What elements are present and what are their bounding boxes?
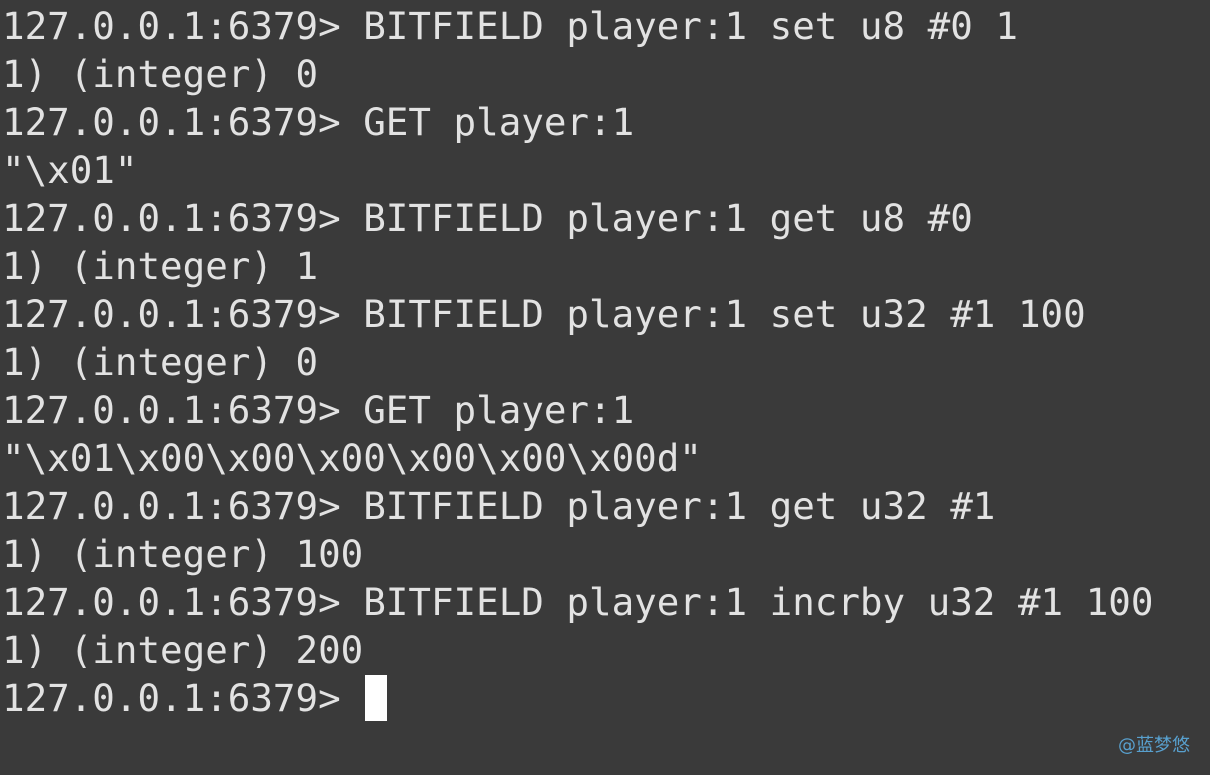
command-line: 127.0.0.1:6379> GET player:1	[2, 386, 1210, 434]
command-text: BITFIELD player:1 get u32 #1	[363, 484, 996, 528]
output-text: 1) (integer) 0	[2, 52, 319, 96]
command-line: 127.0.0.1:6379> BITFIELD player:1 get u8…	[2, 194, 1210, 242]
prompt: 127.0.0.1:6379>	[2, 196, 364, 240]
command-text: BITFIELD player:1 incrby u32 #1 100	[363, 580, 1154, 624]
command-line: 127.0.0.1:6379> BITFIELD player:1 set u8…	[2, 2, 1210, 50]
output-line: 1) (integer) 200	[2, 626, 1210, 674]
terminal-history: 127.0.0.1:6379> BITFIELD player:1 set u8…	[2, 2, 1210, 674]
command-text: BITFIELD player:1 set u32 #1 100	[363, 292, 1086, 336]
output-line: 1) (integer) 0	[2, 338, 1210, 386]
output-text: 1) (integer) 200	[2, 628, 364, 672]
prompt: 127.0.0.1:6379>	[2, 100, 364, 144]
command-text: BITFIELD player:1 get u8 #0	[363, 196, 973, 240]
prompt: 127.0.0.1:6379>	[2, 4, 364, 48]
prompt: 127.0.0.1:6379>	[2, 388, 364, 432]
output-text: "\x01\x00\x00\x00\x00\x00\x00d"	[2, 436, 702, 480]
terminal-window[interactable]: 127.0.0.1:6379> BITFIELD player:1 set u8…	[0, 0, 1210, 775]
output-line: "\x01\x00\x00\x00\x00\x00\x00d"	[2, 434, 1210, 482]
watermark: @蓝梦悠	[1118, 735, 1190, 756]
output-text: 1) (integer) 100	[2, 532, 364, 576]
command-text: GET player:1	[363, 100, 635, 144]
prompt: 127.0.0.1:6379>	[2, 580, 364, 624]
output-text: 1) (integer) 1	[2, 244, 319, 288]
prompt: 127.0.0.1:6379>	[2, 676, 364, 720]
output-line: 1) (integer) 1	[2, 242, 1210, 290]
prompt: 127.0.0.1:6379>	[2, 484, 364, 528]
output-line: 1) (integer) 100	[2, 530, 1210, 578]
command-line: 127.0.0.1:6379> GET player:1	[2, 98, 1210, 146]
command-line: 127.0.0.1:6379> BITFIELD player:1 set u3…	[2, 290, 1210, 338]
active-prompt-line[interactable]: 127.0.0.1:6379>	[2, 674, 1210, 722]
text-cursor	[365, 675, 388, 721]
command-line: 127.0.0.1:6379> BITFIELD player:1 get u3…	[2, 482, 1210, 530]
output-line: "\x01"	[2, 146, 1210, 194]
command-text: BITFIELD player:1 set u8 #0 1	[363, 4, 1018, 48]
output-text: "\x01"	[2, 148, 138, 192]
command-line: 127.0.0.1:6379> BITFIELD player:1 incrby…	[2, 578, 1210, 626]
prompt: 127.0.0.1:6379>	[2, 292, 364, 336]
output-text: 1) (integer) 0	[2, 340, 319, 384]
output-line: 1) (integer) 0	[2, 50, 1210, 98]
command-text: GET player:1	[363, 388, 635, 432]
